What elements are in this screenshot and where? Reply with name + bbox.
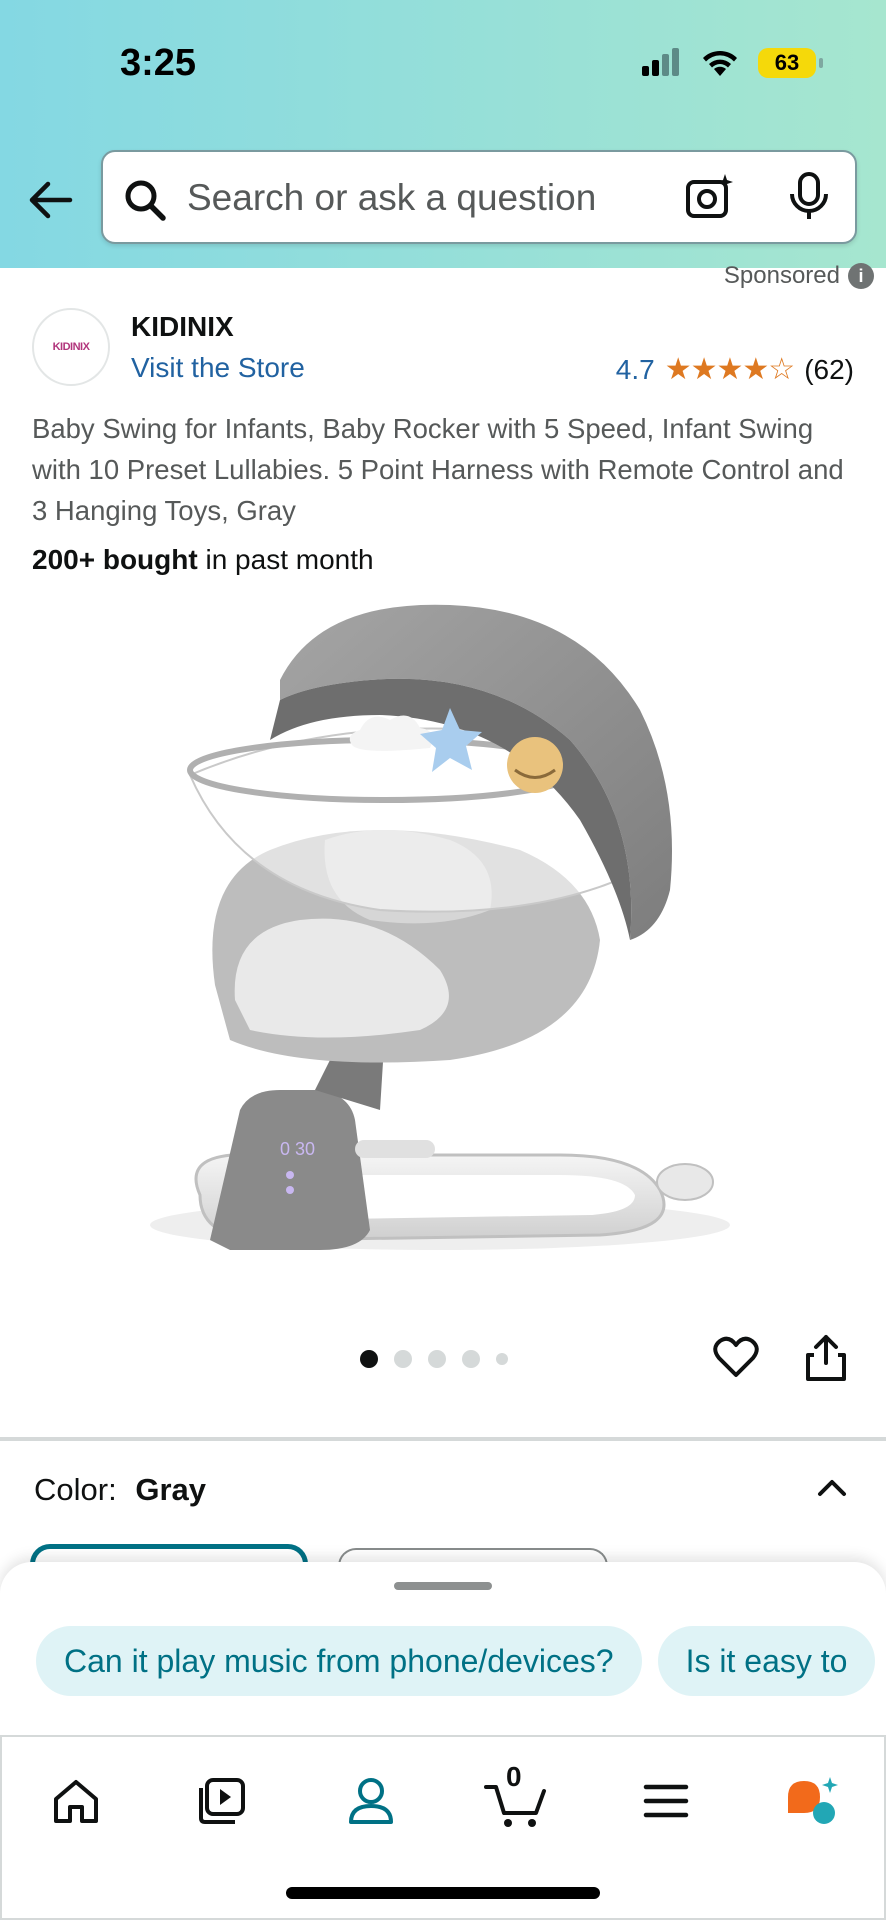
question-sheet: Can it play music from phone/devices? Is… <box>0 1562 886 1737</box>
carousel-dots[interactable] <box>360 1350 508 1368</box>
home-indicator <box>286 1887 600 1899</box>
nav-account[interactable] <box>335 1765 407 1837</box>
question-chips: Can it play music from phone/devices? Is… <box>36 1626 876 1696</box>
rufus-icon <box>788 1777 838 1824</box>
product-image[interactable]: 0 30 <box>120 590 770 1270</box>
color-selector[interactable]: Color: Gray <box>34 1472 206 1508</box>
product-title: Baby Swing for Infants, Baby Rocker with… <box>32 413 844 526</box>
question-chip[interactable]: Can it play music from phone/devices? <box>36 1626 642 1696</box>
nav-video[interactable] <box>186 1765 258 1837</box>
search-icon <box>125 180 166 221</box>
video-icon <box>199 1778 245 1824</box>
carousel-dot[interactable] <box>462 1350 480 1368</box>
heart-icon[interactable] <box>712 1333 760 1381</box>
rating-count: (62) <box>804 353 854 385</box>
rating-value: 4.7 <box>615 353 655 385</box>
sponsored-text: Sponsored <box>723 262 840 289</box>
search-input[interactable] <box>185 166 709 230</box>
camera-icon[interactable] <box>685 172 735 222</box>
bought-count: 200+ bought in past month <box>32 544 374 576</box>
signal-icon <box>642 48 679 76</box>
control-display: 0 30 <box>280 1139 315 1159</box>
header: 3:25 63 <box>0 0 886 268</box>
carousel-dot[interactable] <box>428 1350 446 1368</box>
search-bar[interactable] <box>101 150 857 244</box>
mic-icon[interactable] <box>787 172 831 222</box>
visit-store-link[interactable]: Visit the Store <box>131 352 305 384</box>
nav-menu[interactable] <box>630 1765 702 1837</box>
home-icon <box>54 1780 98 1823</box>
brand-logo[interactable]: KIDINIX <box>32 308 110 386</box>
battery-indicator: 63 <box>758 48 823 78</box>
sheet-handle[interactable] <box>394 1582 492 1590</box>
back-arrow-icon[interactable] <box>26 178 74 222</box>
nav-home[interactable] <box>40 1765 112 1837</box>
star-rating: ★★★★☆ <box>664 353 795 386</box>
carousel-dot[interactable] <box>394 1350 412 1368</box>
status-time: 3:25 <box>120 42 197 84</box>
sponsored-label[interactable]: Sponsored i <box>724 262 874 290</box>
cart-count: 0 <box>506 1761 522 1792</box>
info-icon[interactable]: i <box>848 263 874 289</box>
share-icon[interactable] <box>804 1333 848 1383</box>
section-divider <box>0 1437 886 1441</box>
color-value: Gray <box>135 1472 206 1507</box>
carousel-dot[interactable] <box>496 1353 508 1365</box>
brand-name: KIDINIX <box>131 311 234 342</box>
chevron-up-icon[interactable] <box>814 1470 850 1506</box>
menu-icon <box>643 1784 689 1818</box>
question-chip[interactable]: Is it easy to <box>657 1626 876 1696</box>
status-icons: 63 <box>642 48 823 78</box>
carousel-dot[interactable] <box>360 1350 378 1368</box>
brand-logo-text: KIDINIX <box>52 341 90 353</box>
rating-summary[interactable]: 4.7 ★★★★☆ (62) <box>616 352 854 387</box>
bought-count-rest: in past month <box>197 544 374 575</box>
bought-count-bold: 200+ bought <box>32 544 198 575</box>
color-label: Color: <box>34 1472 117 1507</box>
account-icon <box>349 1778 393 1824</box>
nav-rufus[interactable] <box>776 1765 848 1837</box>
wifi-icon <box>703 50 737 76</box>
nav-cart[interactable]: 0 <box>480 1761 552 1837</box>
